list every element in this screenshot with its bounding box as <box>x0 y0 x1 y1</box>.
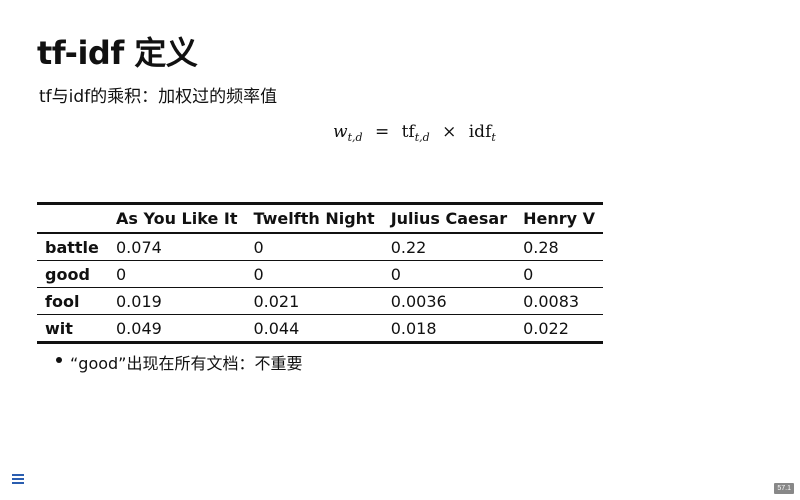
formula-tf-subscript: t,d <box>414 131 430 144</box>
tfidf-table: As You Like It Twelfth Night Julius Caes… <box>37 202 603 344</box>
tfidf-formula: wt,d = tft,d × idft <box>333 122 496 144</box>
table-row: wit 0.049 0.044 0.018 0.022 <box>37 315 603 343</box>
table-cell: 0 <box>253 264 264 284</box>
list-item: “good”出现在所有文档：不重要 <box>56 350 302 374</box>
table-header-corner <box>37 204 108 234</box>
formula-equals: = <box>374 122 390 142</box>
table-cell: 0.018 <box>390 318 437 338</box>
table-row: good 0 0 0 0 <box>37 261 603 288</box>
page-number-badge: 57.1 <box>774 483 794 494</box>
bullet-dot-icon <box>56 357 62 363</box>
table-row: battle 0.074 0 0.22 0.28 <box>37 233 603 261</box>
menu-icon[interactable] <box>12 474 24 486</box>
table-cell: 0 <box>390 264 401 284</box>
table-cell: 0.22 <box>390 237 427 257</box>
table-header-cell: Henry V <box>523 209 595 228</box>
formula-tf: tf <box>401 122 415 142</box>
slide: tf-idf 定义 tf与idf的乘积：加权过的频率值 wt,d = tft,d… <box>0 0 800 500</box>
table-row-term: fool <box>45 291 80 311</box>
table-cell: 0.022 <box>523 318 569 338</box>
table-row-term: battle <box>45 237 99 257</box>
table-cell: 0.021 <box>253 291 300 311</box>
table-header-cell: As You Like It <box>116 209 238 228</box>
table-row-term: wit <box>45 318 73 338</box>
table-cell: 0.019 <box>116 291 162 311</box>
formula-idf-subscript: t <box>491 131 496 144</box>
bullet-list: “good”出现在所有文档：不重要 <box>56 350 302 374</box>
table-header-row: As You Like It Twelfth Night Julius Caes… <box>37 203 603 234</box>
table-cell: 0.074 <box>116 237 162 257</box>
bullet-text: “good”出现在所有文档：不重要 <box>70 354 303 373</box>
slide-title: tf-idf 定义 <box>37 34 198 72</box>
table-header-cell: Julius Caesar <box>390 209 508 228</box>
table-cell: 0 <box>253 237 264 257</box>
table-cell: 0.0036 <box>390 291 447 311</box>
table-row: fool 0.019 0.021 0.0036 0.0083 <box>37 288 603 315</box>
formula-idf: idf <box>468 122 492 142</box>
table-cell: 0.044 <box>253 318 300 338</box>
table-row-term: good <box>45 264 90 284</box>
table-cell: 0.28 <box>523 237 559 257</box>
slide-subtitle: tf与idf的乘积：加权过的频率值 <box>39 87 278 107</box>
table-cell: 0.0083 <box>523 291 580 311</box>
table-header-cell: Twelfth Night <box>253 209 375 228</box>
table-cell: 0 <box>116 264 127 284</box>
formula-times: × <box>442 122 457 142</box>
formula-weight-subscript: t,d <box>347 131 363 144</box>
formula-weight-var: w <box>333 122 348 142</box>
table-cell: 0.049 <box>116 318 162 338</box>
table-cell: 0 <box>523 264 534 284</box>
